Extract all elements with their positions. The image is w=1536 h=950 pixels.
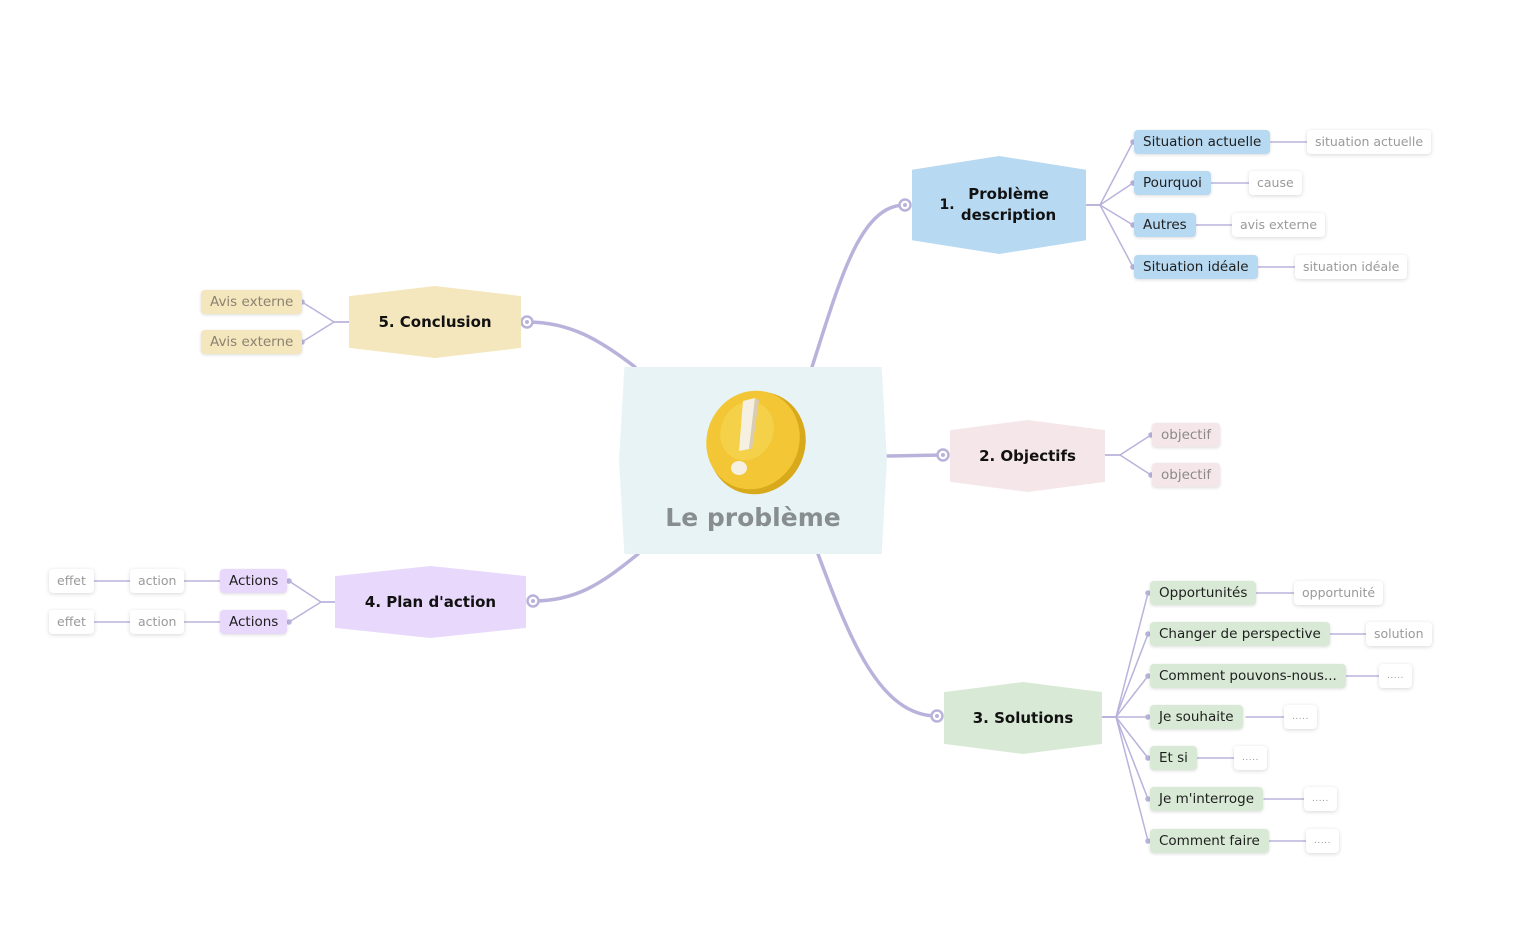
link-b3-child — [1101, 716, 1149, 759]
link-b4-child — [288, 601, 336, 623]
collapse-toggle-dot — [525, 320, 529, 324]
link-b3-child — [1101, 592, 1149, 718]
leaf-avis-externe[interactable]: avis externe — [1232, 213, 1326, 237]
link-root-b3 — [816, 552, 939, 718]
link-b4-child — [288, 580, 336, 603]
subtopic-et-si[interactable]: Et si — [1150, 746, 1197, 770]
subtopic-actions[interactable]: Actions — [220, 610, 288, 634]
collapse-toggle-dot — [531, 599, 535, 603]
link-b1-child — [1085, 141, 1134, 206]
link-b3-child — [1101, 633, 1149, 718]
link-b5-child — [301, 301, 350, 323]
branch-plan-daction[interactable]: 4. Plan d'action — [335, 566, 526, 638]
leaf-action[interactable]: action — [130, 569, 185, 593]
collapse-toggle-icon[interactable] — [526, 594, 540, 608]
leaf-situation-actuelle[interactable]: situation actuelle — [1307, 130, 1432, 154]
leaf-effet[interactable]: effet — [49, 569, 94, 593]
link-root-b1 — [810, 203, 907, 369]
link-b1-child — [1085, 204, 1134, 226]
leaf-situation-ideale[interactable]: situation idéale — [1295, 255, 1408, 279]
subtopic-objectif[interactable]: objectif — [1152, 423, 1221, 447]
leaf-action[interactable]: action — [130, 610, 185, 634]
branch-objectifs[interactable]: 2. Objectifs — [950, 420, 1105, 492]
subtopic-je-souhaite[interactable]: Je souhaite — [1150, 705, 1243, 729]
branch-label: 2. Objectifs — [979, 446, 1076, 465]
leaf-placeholder[interactable]: ..... — [1304, 787, 1337, 811]
collapse-toggle-dot — [941, 453, 945, 457]
collapse-toggle-dot — [935, 714, 939, 718]
link-b1-child — [1085, 204, 1134, 268]
leaf-cause[interactable]: cause — [1249, 171, 1302, 195]
collapse-toggle-icon[interactable] — [936, 448, 950, 462]
branch-number: 1. — [939, 197, 955, 213]
subtopic-pourquoi[interactable]: Pourquoi — [1134, 171, 1211, 195]
exclamation-coin-icon — [706, 390, 806, 495]
subtopic-opportunites[interactable]: Opportunités — [1150, 581, 1257, 605]
connector-dot — [286, 578, 292, 584]
branch-label: 5. Conclusion — [378, 312, 492, 331]
leaf-effet[interactable]: effet — [49, 610, 94, 634]
collapse-toggle-icon[interactable] — [520, 315, 534, 329]
connector-dot — [286, 619, 292, 625]
subtopic-situation-actuelle[interactable]: Situation actuelle — [1134, 130, 1271, 154]
subtopic-actions[interactable]: Actions — [220, 569, 288, 593]
subtopic-comment-pouvons-nous[interactable]: Comment pouvons-nous... — [1150, 664, 1346, 688]
link-root-b5 — [525, 320, 637, 369]
leaf-placeholder[interactable]: ..... — [1379, 664, 1412, 688]
leaf-placeholder[interactable]: ..... — [1234, 746, 1267, 770]
subtopic-autres[interactable]: Autres — [1134, 213, 1196, 237]
collapse-toggle-icon[interactable] — [898, 198, 912, 212]
subtopic-comment-faire[interactable]: Comment faire — [1150, 829, 1269, 853]
leaf-placeholder[interactable]: ..... — [1284, 705, 1317, 729]
subtopic-je-minterroge[interactable]: Je m'interroge — [1150, 787, 1264, 811]
link-b3-child — [1101, 675, 1149, 718]
subtopic-situation-ideale[interactable]: Situation idéale — [1134, 255, 1258, 279]
link-b3-child — [1101, 716, 1149, 800]
subtopic-changer-de-perspective[interactable]: Changer de perspective — [1150, 622, 1330, 646]
leaf-placeholder[interactable]: ..... — [1306, 829, 1339, 853]
link-b3-child — [1101, 716, 1149, 842]
branch-conclusion[interactable]: 5. Conclusion — [349, 286, 521, 358]
link-root-b4 — [531, 552, 640, 603]
link-root-b2 — [885, 453, 945, 458]
leaf-opportunite[interactable]: opportunité — [1294, 581, 1384, 605]
branch-label: Problème description — [960, 185, 1057, 224]
branch-label: 3. Solutions — [972, 708, 1074, 727]
root-topic[interactable]: Le problème — [619, 367, 887, 554]
link-b2-child — [1104, 434, 1152, 456]
subtopic-avis-externe[interactable]: Avis externe — [201, 290, 303, 314]
branch-probleme-description[interactable]: 1. Problème description — [912, 156, 1086, 254]
link-b1-child — [1085, 182, 1134, 206]
branch-label: 4. Plan d'action — [364, 592, 497, 611]
link-b2-child — [1104, 454, 1152, 476]
branch-solutions[interactable]: 3. Solutions — [944, 682, 1102, 754]
subtopic-avis-externe[interactable]: Avis externe — [201, 330, 303, 354]
link-b5-child — [301, 321, 350, 343]
root-title: Le problème — [665, 503, 841, 532]
subtopic-objectif[interactable]: objectif — [1152, 463, 1221, 487]
collapse-toggle-dot — [903, 203, 907, 207]
collapse-toggle-icon[interactable] — [930, 709, 944, 723]
leaf-solution[interactable]: solution — [1366, 622, 1432, 646]
